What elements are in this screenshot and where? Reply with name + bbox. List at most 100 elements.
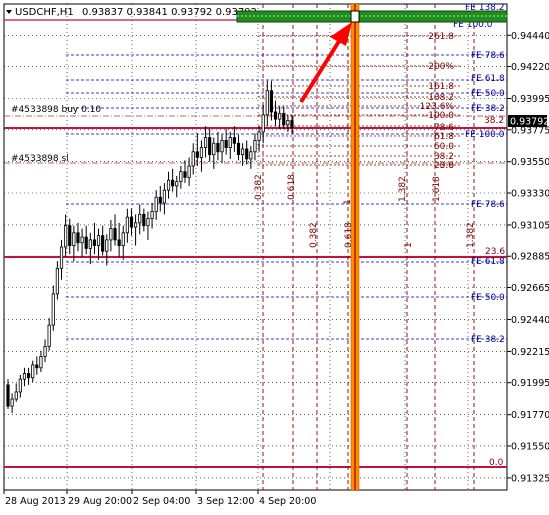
candle-body	[187, 165, 191, 178]
candle-body	[121, 232, 125, 246]
candle-body	[203, 137, 208, 148]
fe-label: FE 78.6	[471, 200, 505, 210]
time-zone-label: 1	[343, 199, 353, 205]
candle-body	[92, 239, 97, 246]
candle-body	[278, 113, 282, 120]
candle-body	[224, 140, 228, 148]
fe-label: FE 38.2	[471, 335, 505, 345]
fe-label: FE 100.0	[465, 130, 505, 140]
y-tick-label: 0.91770	[511, 410, 549, 421]
candle-body	[125, 216, 129, 234]
candle-body	[55, 267, 59, 295]
fibo-expansion-label: 261.8	[428, 32, 454, 42]
fe-label: FE 50.0	[471, 293, 505, 303]
candle-body	[14, 391, 18, 400]
y-tick-label: 0.91995	[511, 378, 549, 389]
candle-body	[80, 236, 84, 244]
y-tick-label: 0.91550	[511, 441, 549, 452]
candle-body	[195, 151, 199, 158]
fibo-level-label: 0.0	[489, 458, 504, 468]
time-zone-label: 1	[404, 242, 414, 248]
y-tick-label: 0.92215	[511, 347, 549, 358]
candle-body	[96, 235, 101, 246]
top-band-marker[interactable]	[350, 10, 360, 23]
fe-label: FE 50.0	[471, 89, 505, 99]
fibo-expansion-label: 50.0	[434, 142, 454, 152]
candle-body	[282, 113, 286, 126]
fibo-level-label: 38.2	[484, 116, 504, 126]
candle-body	[64, 225, 68, 248]
candle-body	[175, 181, 179, 187]
fe-label: FE 78.6	[471, 51, 505, 61]
candle-body	[10, 398, 14, 407]
forex-chart: 0.382 0.618 1 1.382 1.618 0.382 0.618 1 1.382 #45…	[0, 0, 549, 511]
y-tick-label: 0.92885	[511, 252, 549, 263]
order-label-sl: #4533898 sl	[11, 154, 69, 164]
time-zone-label: 0.382	[309, 222, 319, 248]
fibo-level-label: 23.6	[485, 247, 505, 257]
candle-body	[18, 378, 22, 393]
candle-body	[245, 148, 249, 160]
y-tick-label: 0.93995	[511, 94, 549, 105]
ohlc-readout: 0.93837 0.93841 0.93792 0.93792	[82, 7, 257, 18]
candle-body	[220, 140, 224, 153]
fibo-expansion-label: 161.8	[428, 82, 454, 92]
candle-body	[208, 137, 212, 156]
candle-body	[105, 239, 109, 252]
candle-body	[249, 151, 253, 160]
candle-body	[51, 293, 55, 326]
candle-body	[68, 225, 72, 246]
time-zone-label: 1.618	[432, 176, 442, 202]
candle-body	[273, 111, 278, 120]
time-zone-label: 1.382	[466, 222, 476, 248]
candle-body	[257, 131, 261, 141]
candle-body	[212, 142, 216, 156]
candle-body	[150, 211, 154, 219]
candle-body	[171, 179, 175, 187]
candle-body	[72, 232, 76, 246]
y-tick-label: 0.91325	[511, 473, 549, 484]
x-tick-label: 4 Sep 20:00	[259, 496, 316, 507]
candle-body	[286, 120, 290, 126]
fe-label: FE 61.8	[471, 257, 505, 267]
x-tick-label: 3 Sep 12:00	[197, 496, 254, 507]
price-axis: 0.944400.942200.939950.937750.935500.933…	[507, 31, 549, 484]
candle-body	[162, 189, 167, 204]
fibo-expansion-label: 0.0	[440, 161, 455, 171]
candle-body	[39, 356, 43, 369]
candle-body	[183, 171, 187, 178]
candle-body	[26, 373, 31, 379]
candle-body	[22, 373, 27, 380]
candle-body	[76, 232, 80, 244]
candle-body	[6, 384, 10, 407]
candle-body	[228, 137, 232, 148]
time-zone-label: 0.618	[287, 174, 297, 200]
fe-label: FE 61.8	[471, 74, 505, 84]
candle-body	[88, 239, 92, 249]
candle-body	[113, 228, 117, 241]
symbol-label: USDCHF,H1	[15, 7, 74, 18]
candle-body	[109, 228, 113, 241]
candle-body	[265, 90, 269, 116]
candle-body	[261, 114, 265, 133]
top-band-object[interactable]	[236, 10, 508, 23]
candle-body	[101, 235, 105, 252]
candle-body	[138, 213, 142, 224]
candle-body	[158, 196, 162, 204]
fibo-expansion-label: 100.0	[428, 111, 454, 121]
candle-body	[154, 196, 158, 212]
chart-window: 0.382 0.618 1 1.382 1.618 0.382 0.618 1 1.382 #45…	[0, 0, 549, 511]
candle-body	[166, 179, 171, 191]
x-tick-label: 2 Sep 04:00	[133, 496, 190, 507]
candle-body	[84, 236, 88, 249]
candle-body	[253, 140, 257, 153]
fibo-expansion-label: 61.8	[434, 132, 454, 142]
candle-body	[142, 213, 146, 227]
candle-body	[117, 239, 121, 246]
chart-header: USDCHF,H1 0.93837 0.93841 0.93792 0.9379…	[6, 7, 257, 18]
order-label-buy: #4533898 buy 0.10	[11, 105, 101, 115]
candle-body	[179, 171, 183, 183]
y-tick-label: 0.94440	[511, 31, 549, 42]
candle-body	[199, 147, 204, 158]
candle-body	[47, 324, 51, 347]
